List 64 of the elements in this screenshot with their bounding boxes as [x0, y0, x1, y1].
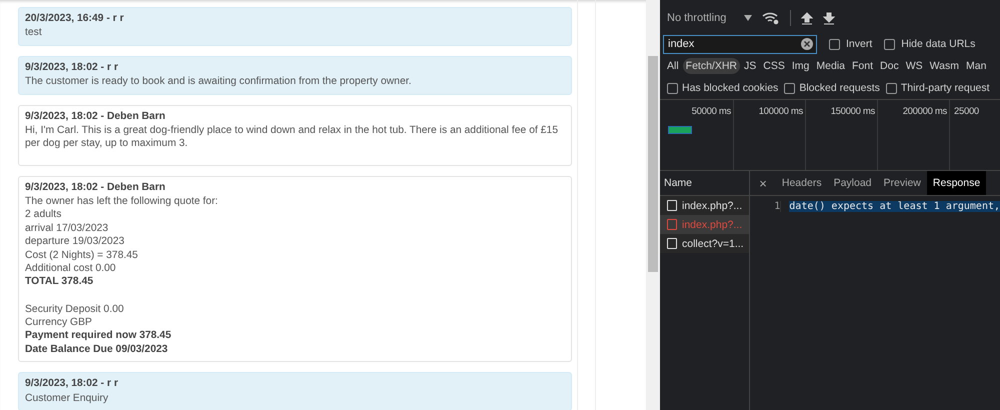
message-text: The customer is ready to book and is awaiting confirmation from the property owner.: [25, 75, 412, 89]
message-header: 9/3/2023, 18:02 - r r: [25, 377, 120, 391]
type-filter-button[interactable]: Media: [813, 58, 848, 74]
line-number: 1: [750, 201, 782, 212]
type-filter-button[interactable]: Wasm: [926, 58, 962, 74]
close-icon[interactable]: ×: [750, 176, 776, 190]
message-header: 20/3/2023, 16:49 - r r: [25, 12, 125, 26]
checkbox-label: Hide data URLs: [901, 38, 976, 50]
message-text: Additional cost 0.00: [25, 262, 117, 276]
message-header: 9/3/2023, 18:02 - Deben Barn: [25, 110, 166, 124]
message-text: arrival 17/03/2023: [25, 222, 110, 236]
message-text: Customer Enquiry: [25, 392, 110, 405]
checkbox[interactable]: [829, 38, 840, 50]
message-text: Hi, I'm Carl. This is a great dog-friendly place to wind down and relax in the hot tub. There is an additional fee of £15 per dog per stay, up to maximum 3.: [25, 124, 559, 151]
checkbox[interactable]: [886, 82, 897, 94]
dropdown-caret-icon: [744, 15, 752, 21]
type-filter-button[interactable]: Font: [849, 58, 876, 74]
type-filter-button[interactable]: Man: [963, 58, 990, 74]
message-text: Currency GBP: [25, 316, 93, 330]
message-header: 9/3/2023, 18:02 - r r: [25, 60, 120, 74]
type-filter-button[interactable]: JS: [741, 58, 760, 74]
type-filter-button[interactable]: Fetch/XHR: [682, 58, 740, 74]
tab[interactable]: Preview: [878, 171, 927, 195]
timeline-tick-label: 50000 ms: [692, 106, 731, 119]
message-text: Payment required now 378.45: [25, 329, 172, 343]
request-row[interactable]: collect?v=1...: [660, 234, 750, 253]
tab[interactable]: Payload: [828, 171, 878, 195]
message-header: 9/3/2023, 18:02 - Deben Barn: [25, 180, 166, 194]
message-text: Date Balance Due 09/03/2023: [25, 342, 169, 356]
message-text: Cost (2 Nights) = 378.45: [25, 248, 139, 262]
checkbox[interactable]: [884, 38, 896, 50]
tab[interactable]: Response: [926, 171, 986, 195]
checkbox-label: Has blocked cookies: [682, 82, 778, 94]
scrollbar[interactable]: [646, 0, 660, 410]
download-icon[interactable]: [823, 12, 836, 24]
timeline-tick-label: 200000 ms: [902, 106, 947, 119]
type-filter-button[interactable]: Img: [788, 58, 812, 74]
timeline-tick-label: 150000 ms: [830, 106, 875, 119]
message-text: departure 19/03/2023: [25, 235, 126, 249]
wifi-settings-icon[interactable]: [762, 11, 780, 25]
tab[interactable]: Headers: [776, 171, 828, 195]
throttling-dropdown[interactable]: No throttling: [667, 12, 726, 24]
message-text: Security Deposit 0.00: [25, 302, 125, 316]
request-row[interactable]: index.php?...: [660, 196, 750, 215]
clear-icon[interactable]: [801, 38, 813, 50]
upload-icon[interactable]: [801, 12, 814, 24]
checkbox-label: Third-party request: [900, 82, 990, 94]
checkbox-label: Blocked requests: [799, 82, 880, 94]
type-filter-button[interactable]: WS: [902, 58, 926, 74]
request-timing-bar: [668, 126, 692, 134]
scrollbar-thumb[interactable]: [648, 56, 658, 272]
timeline-tick-label: 100000 ms: [758, 106, 803, 119]
message-text: The owner has left the following quote for:: [25, 195, 219, 208]
checkbox-label: Invert: [846, 38, 872, 50]
checkbox[interactable]: [784, 82, 796, 94]
type-filter-button[interactable]: CSS: [760, 58, 788, 74]
filter-field[interactable]: index: [663, 34, 817, 54]
timeline-tick-label: 25000: [954, 106, 979, 119]
type-filter-button[interactable]: All: [664, 58, 682, 74]
message-text: TOTAL 378.45: [25, 275, 94, 289]
message-text: test: [25, 26, 43, 40]
type-filter-button[interactable]: Doc: [877, 58, 902, 74]
checkbox[interactable]: [667, 82, 678, 94]
message-text: 2 adults: [25, 208, 62, 222]
